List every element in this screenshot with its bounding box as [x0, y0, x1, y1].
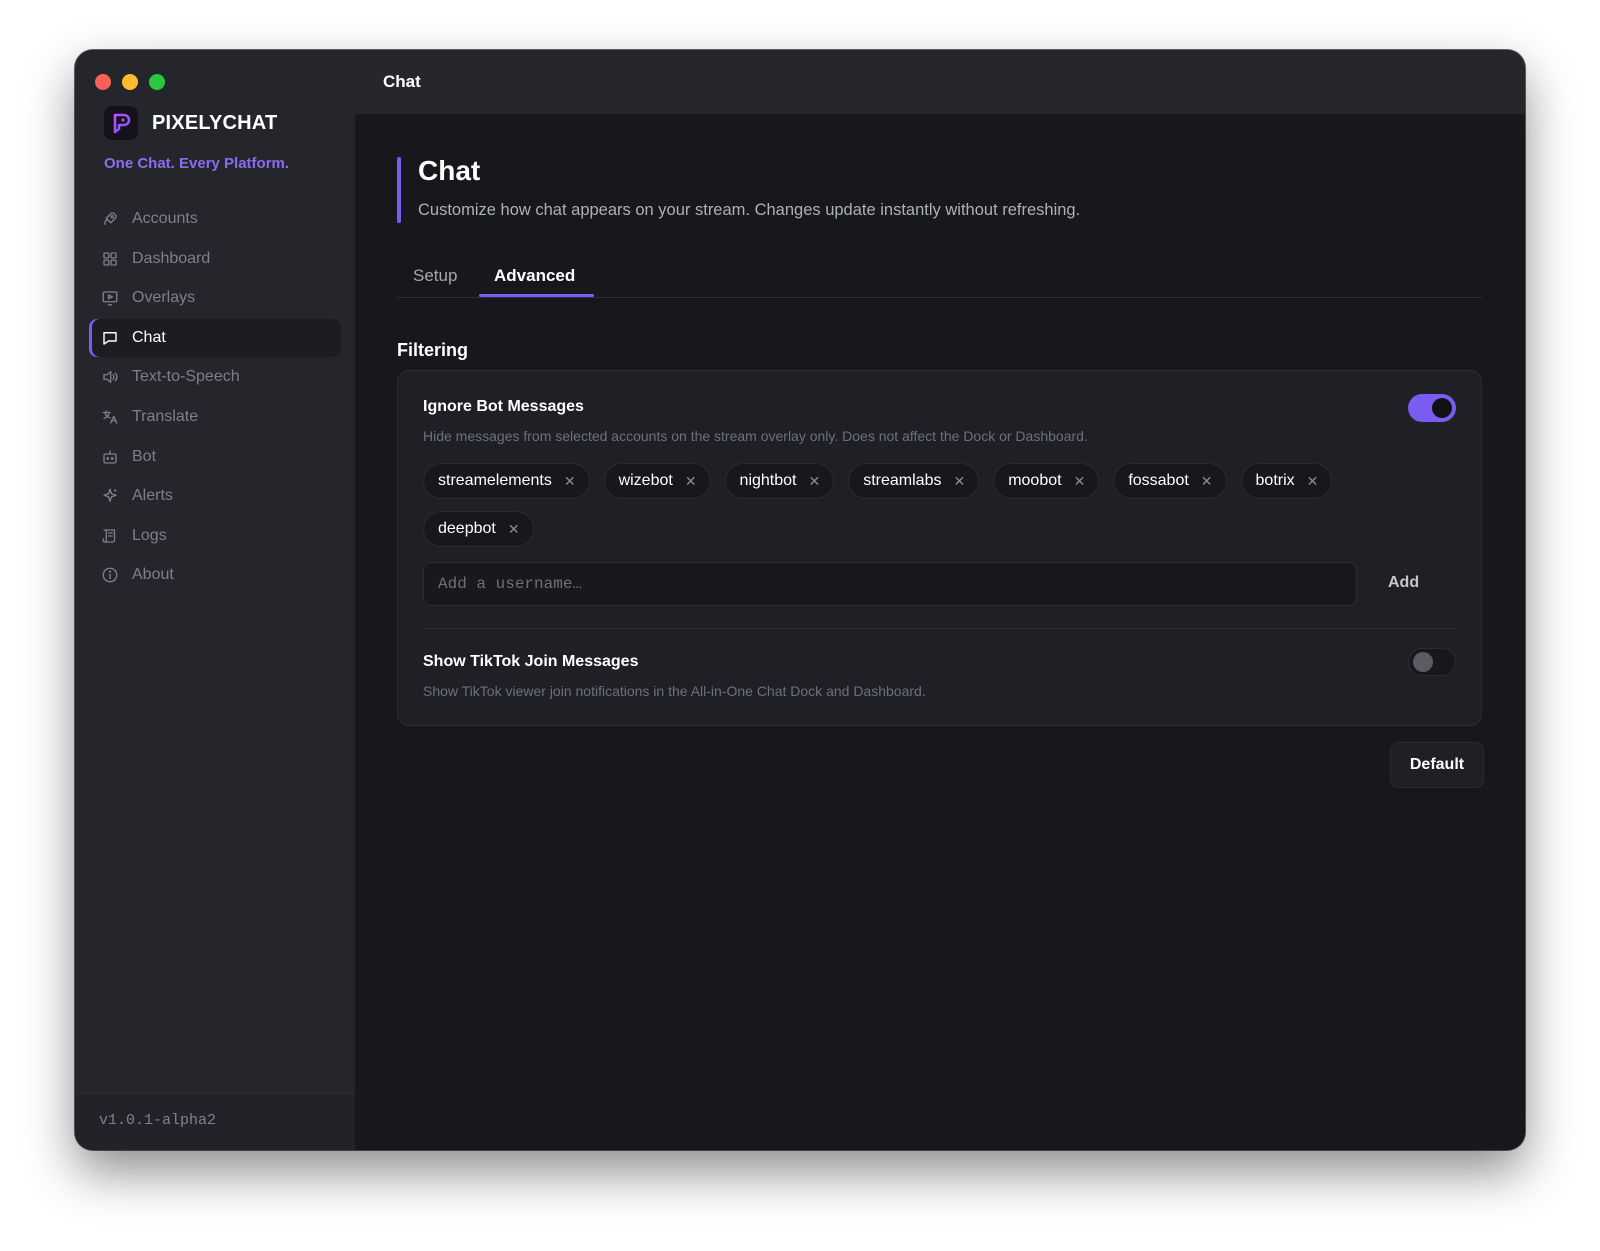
tab-advanced[interactable]: Advanced: [494, 266, 575, 286]
bot-username-list: streamelements ✕ wizebot ✕ nightbot ✕ strea…: [423, 463, 1433, 547]
rocket-icon: [104, 212, 117, 225]
ignore-bot-messages-description: Hide messages from selected accounts on …: [423, 428, 1088, 444]
sidebar-item-about[interactable]: About: [89, 556, 341, 594]
sidebar-item-chat[interactable]: Chat: [89, 318, 341, 357]
sidebar-item-label: Text-to-Speech: [132, 368, 240, 386]
window-controls: [95, 74, 165, 90]
chip-label: streamlabs: [863, 472, 942, 489]
sidebar-item-label: Alerts: [132, 487, 173, 505]
tab-setup[interactable]: Setup: [413, 266, 457, 286]
username-chip: deepbot ✕: [423, 511, 534, 547]
chip-label: botrix: [1255, 472, 1295, 489]
username-chip: wizebot ✕: [603, 463, 711, 499]
sidebar: PIXELYCHAT One Chat. Every Platform. Acc…: [75, 50, 355, 1150]
sidebar-item-translate[interactable]: Translate: [89, 398, 341, 436]
title-bar: Chat: [355, 50, 1525, 114]
ignore-bot-messages-toggle[interactable]: [1408, 394, 1456, 422]
minimize-window-button[interactable]: [122, 74, 138, 90]
sparkles-icon: [103, 488, 117, 503]
remove-chip-icon[interactable]: ✕: [808, 474, 820, 488]
close-window-button[interactable]: [95, 74, 111, 90]
sidebar-item-label: Translate: [132, 407, 199, 425]
chip-label: streamelements: [438, 472, 552, 489]
settings-divider: [423, 628, 1456, 629]
toggle-knob: [1413, 652, 1433, 672]
tiktok-join-messages-toggle[interactable]: [1408, 648, 1456, 676]
scroll-icon: [102, 529, 116, 543]
chip-label: nightbot: [739, 472, 797, 489]
title-accent-bar: [397, 157, 401, 223]
chip-label: deepbot: [438, 520, 496, 537]
sidebar-item-dashboard[interactable]: Dashboard: [89, 240, 341, 278]
app-version: v1.0.1-alpha2: [99, 1112, 217, 1129]
tiktok-join-messages-title: Show TikTok Join Messages: [423, 653, 639, 670]
info-icon: [102, 567, 118, 583]
page-description: Customize how chat appears on your strea…: [418, 201, 1081, 219]
maximize-window-button[interactable]: [149, 74, 165, 90]
sidebar-item-bot[interactable]: Bot: [89, 438, 341, 476]
brand-name: PIXELYCHAT: [152, 111, 278, 134]
remove-chip-icon[interactable]: ✕: [508, 522, 520, 536]
sidebar-item-label: About: [132, 566, 174, 584]
sidebar-item-label: Chat: [132, 328, 166, 346]
sidebar-item-label: Bot: [132, 447, 157, 465]
languages-icon: [102, 410, 118, 424]
sidebar-item-logs[interactable]: Logs: [89, 517, 341, 555]
speaker-icon: [103, 371, 118, 384]
app-window: PIXELYCHAT One Chat. Every Platform. Acc…: [75, 50, 1525, 1150]
pixelychat-logo-icon: [104, 106, 138, 140]
username-chip: nightbot ✕: [724, 463, 835, 499]
sidebar-item-text-to-speech[interactable]: Text-to-Speech: [89, 358, 341, 396]
section-title-filtering: Filtering: [397, 340, 468, 360]
sidebar-item-label: Logs: [132, 526, 167, 544]
window-title: Chat: [383, 72, 421, 91]
ignore-bot-messages-title: Ignore Bot Messages: [423, 398, 584, 415]
tiktok-join-messages-description: Show TikTok viewer join notifications in…: [423, 683, 926, 699]
remove-chip-icon[interactable]: ✕: [953, 474, 965, 488]
chip-label: fossabot: [1128, 472, 1189, 489]
remove-chip-icon[interactable]: ✕: [1074, 474, 1086, 488]
sidebar-item-label: Dashboard: [132, 249, 211, 267]
bot-icon: [103, 449, 117, 464]
add-username-button[interactable]: Add: [1388, 574, 1419, 592]
toggle-knob: [1432, 398, 1452, 418]
sidebar-item-accounts[interactable]: Accounts: [89, 200, 341, 238]
remove-chip-icon[interactable]: ✕: [1307, 474, 1319, 488]
filtering-card: Ignore Bot Messages Hide messages from s…: [397, 370, 1482, 726]
brand-tagline: One Chat. Every Platform.: [104, 155, 290, 172]
sidebar-item-label: Overlays: [132, 289, 196, 307]
add-username-input[interactable]: [423, 562, 1357, 606]
sidebar-item-overlays[interactable]: Overlays: [89, 279, 341, 317]
username-chip: streamlabs ✕: [848, 463, 980, 499]
default-button[interactable]: Default: [1390, 742, 1484, 788]
remove-chip-icon[interactable]: ✕: [1201, 474, 1213, 488]
message-square-icon: [103, 331, 117, 345]
remove-chip-icon[interactable]: ✕: [685, 474, 697, 488]
chip-label: wizebot: [618, 472, 673, 489]
monitor-play-icon: [102, 291, 118, 306]
active-tab-indicator: [479, 294, 594, 297]
username-chip: fossabot ✕: [1113, 463, 1227, 499]
sidebar-item-alerts[interactable]: Alerts: [89, 477, 341, 515]
sidebar-item-label: Accounts: [132, 210, 198, 227]
sidebar-footer: v1.0.1-alpha2: [75, 1093, 355, 1150]
username-chip: streamelements ✕: [423, 463, 590, 499]
tab-bar: Setup Advanced: [397, 253, 1482, 298]
sidebar-nav: Accounts Dashboard Overlays Chat Text-to…: [89, 200, 341, 596]
username-chip: moobot ✕: [993, 463, 1100, 499]
grid-icon: [103, 251, 117, 266]
remove-chip-icon[interactable]: ✕: [564, 474, 576, 488]
page-title: Chat: [418, 155, 481, 186]
username-chip: botrix ✕: [1240, 463, 1333, 499]
brand: PIXELYCHAT: [104, 106, 277, 140]
chip-label: moobot: [1008, 472, 1062, 489]
main-content: Chat Customize how chat appears on your …: [355, 114, 1525, 1150]
